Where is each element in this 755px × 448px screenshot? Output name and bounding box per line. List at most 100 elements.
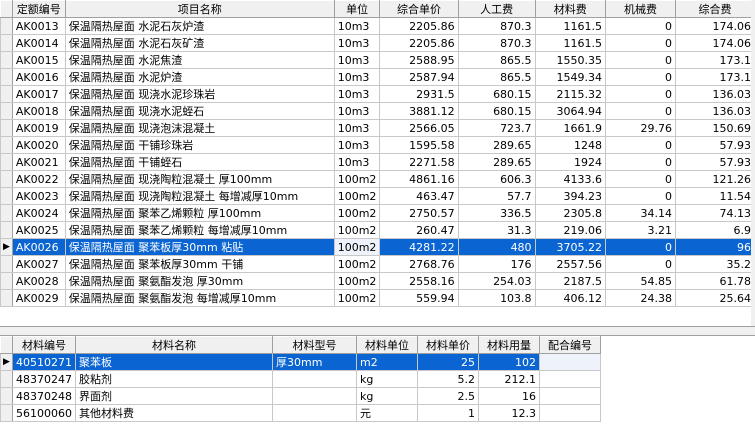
cell-quota-code[interactable]: AK0020 [11,136,66,154]
col-header-labor-cost[interactable]: 人工费 [457,0,536,18]
cell-overhead-cost[interactable]: 25.64 [674,289,755,307]
cell-unit[interactable]: 100m2 [333,204,381,222]
cell-material-name[interactable]: 界面剂 [75,387,273,405]
cell-overhead-cost[interactable]: 57.93 [674,136,755,154]
cell-labor-cost[interactable]: 865.5 [457,51,536,69]
row-indicator[interactable] [0,136,13,154]
table-row[interactable]: AK0017 保温隔热屋面 现浇水泥珍珠岩 10m3 2931.5 680.15 2115… [0,85,755,103]
cell-labor-cost[interactable]: 723.7 [457,119,536,137]
cell-material-cost[interactable]: 3705.22 [534,238,606,256]
cell-labor-cost[interactable]: 870.3 [457,34,536,52]
cell-material-price[interactable]: 1 [417,404,479,422]
cell-material-quantity[interactable]: 16 [478,387,540,405]
cell-labor-cost[interactable]: 680.15 [457,85,536,103]
cell-machine-cost[interactable]: 0 [604,136,676,154]
table-row[interactable]: AK0018 保温隔热屋面 现浇水泥蛭石 10m3 3881.12 680.15 3064… [0,102,755,120]
cell-unit[interactable]: 100m2 [333,272,381,290]
row-indicator[interactable] [0,102,13,120]
col-header-material-cost[interactable]: 材料费 [534,0,606,18]
cell-quota-code[interactable]: AK0021 [11,153,66,171]
cell-unit-price[interactable]: 2768.76 [379,255,459,273]
cell-quota-code[interactable]: AK0018 [11,102,66,120]
cell-material-quantity[interactable]: 102 [478,353,540,371]
cell-machine-cost[interactable]: 0 [604,255,676,273]
table-row[interactable]: AK0025 保温隔热屋面 聚苯乙烯颗粒 每增减厚10mm 100m2 260.47 3… [0,221,755,239]
table-row[interactable]: AK0023 保温隔热屋面 现浇陶粒混凝土 每增减厚10mm 100m2 463.47… [0,187,755,205]
cell-labor-cost[interactable]: 865.5 [457,68,536,86]
cell-unit-price[interactable]: 4281.22 [379,238,459,256]
cell-quota-code[interactable]: AK0013 [11,17,66,35]
cell-machine-cost[interactable]: 34.14 [604,204,676,222]
table-row[interactable]: AK0016 保温隔热屋面 水泥炉渣 10m3 2587.94 865.5 1549.34… [0,68,755,86]
col-header-material-quantity[interactable]: 材料用量 [478,336,540,354]
cell-quota-code[interactable]: AK0026 [11,238,66,256]
cell-unit-price[interactable]: 463.47 [379,187,459,205]
cell-labor-cost[interactable]: 176 [457,255,536,273]
cell-material-cost[interactable]: 2557.56 [534,255,606,273]
col-header-unit-price[interactable]: 综合单价 [379,0,459,18]
table-row[interactable]: AK0020 保温隔热屋面 干铺珍珠岩 10m3 1595.58 289.65 1248 0… [0,136,755,154]
cell-overhead-cost[interactable]: 136.03 [674,102,755,120]
table-row[interactable]: AK0029 保温隔热屋面 聚氨酯发泡 每增减厚10mm 100m2 559.94 10… [0,289,755,307]
cell-material-cost[interactable]: 1550.35 [534,51,606,69]
row-indicator[interactable] [0,289,13,307]
cell-item-name[interactable]: 保温隔热屋面 现浇泡沫混凝土 [64,119,335,137]
cell-overhead-cost[interactable]: 61.78 [674,272,755,290]
cell-item-name[interactable]: 保温隔热屋面 现浇水泥珍珠岩 [64,85,335,103]
cell-material-code[interactable]: 56100060 [12,404,76,422]
cell-unit-price[interactable]: 2588.95 [379,51,459,69]
table-row[interactable]: 56100060 其他材料费 元 1 12.3 [0,404,601,422]
cell-item-name[interactable]: 保温隔热屋面 水泥炉渣 [64,68,335,86]
row-indicator[interactable] [0,221,13,239]
cell-labor-cost[interactable]: 254.03 [457,272,536,290]
cell-machine-cost[interactable]: 3.21 [604,221,676,239]
cell-overhead-cost[interactable]: 174.06 [674,17,755,35]
cell-unit-price[interactable]: 2271.58 [379,153,459,171]
cell-material-name[interactable]: 其他材料费 [75,404,273,422]
cell-quota-code[interactable]: AK0015 [11,51,66,69]
cell-item-name[interactable]: 保温隔热屋面 现浇陶粒混凝土 每增减厚10mm [64,187,335,205]
cell-overhead-cost[interactable]: 150.69 [674,119,755,137]
cell-quota-code[interactable]: AK0029 [11,289,66,307]
cell-material-cost[interactable]: 2115.32 [534,85,606,103]
row-indicator[interactable] [0,370,13,388]
cell-material-cost[interactable]: 4133.6 [534,170,606,188]
col-header-material-code[interactable]: 材料编号 [12,336,76,354]
table-row[interactable]: AK0015 保温隔热屋面 水泥焦渣 10m3 2588.95 865.5 1550.35… [0,51,755,69]
cell-unit-price[interactable]: 2205.86 [379,17,459,35]
cell-labor-cost[interactable]: 480 [457,238,536,256]
cell-item-name[interactable]: 保温隔热屋面 聚氨酯发泡 每增减厚10mm [64,289,335,307]
cell-labor-cost[interactable]: 289.65 [457,136,536,154]
table-row[interactable]: ▶ AK0026 保温隔热屋面 聚苯板厚30mm 粘贴 100m2 4281.22 480… [0,238,755,256]
cell-material-model[interactable] [272,370,357,388]
cell-labor-cost[interactable]: 606.3 [457,170,536,188]
cell-quota-code[interactable]: AK0023 [11,187,66,205]
cell-overhead-cost[interactable]: 6.9 [674,221,755,239]
table-row[interactable]: AK0019 保温隔热屋面 现浇泡沫混凝土 10m3 2566.05 723.7 1661… [0,119,755,137]
col-header-material-model[interactable]: 材料型号 [272,336,357,354]
cell-material-cost[interactable]: 406.12 [534,289,606,307]
table-row[interactable]: 48370247 胶粘剂 kg 5.2 212.1 [0,370,601,388]
col-header-mix-code[interactable]: 配合编号 [539,336,601,354]
row-indicator[interactable] [0,34,13,52]
cell-material-cost[interactable]: 2305.8 [534,204,606,222]
cell-item-name[interactable]: 保温隔热屋面 干铺珍珠岩 [64,136,335,154]
cell-quota-code[interactable]: AK0024 [11,204,66,222]
cell-overhead-cost[interactable]: 173.1 [674,51,755,69]
row-indicator[interactable] [0,187,13,205]
cell-labor-cost[interactable]: 336.5 [457,204,536,222]
row-indicator[interactable] [0,204,13,222]
row-indicator[interactable]: ▶ [0,238,13,256]
cell-machine-cost[interactable]: 0 [604,17,676,35]
vertical-scrollbar[interactable] [751,0,755,326]
cell-overhead-cost[interactable]: 173.1 [674,68,755,86]
cell-unit-price[interactable]: 1595.58 [379,136,459,154]
col-header-unit[interactable]: 单位 [333,0,381,18]
cell-material-price[interactable]: 5.2 [417,370,479,388]
cell-material-code[interactable]: 40510271 [12,353,76,371]
cell-quota-code[interactable]: AK0016 [11,68,66,86]
cell-mix-code[interactable] [539,404,601,422]
row-indicator[interactable] [0,255,13,273]
row-indicator[interactable]: ▶ [0,353,13,371]
cell-mix-code[interactable] [539,370,601,388]
